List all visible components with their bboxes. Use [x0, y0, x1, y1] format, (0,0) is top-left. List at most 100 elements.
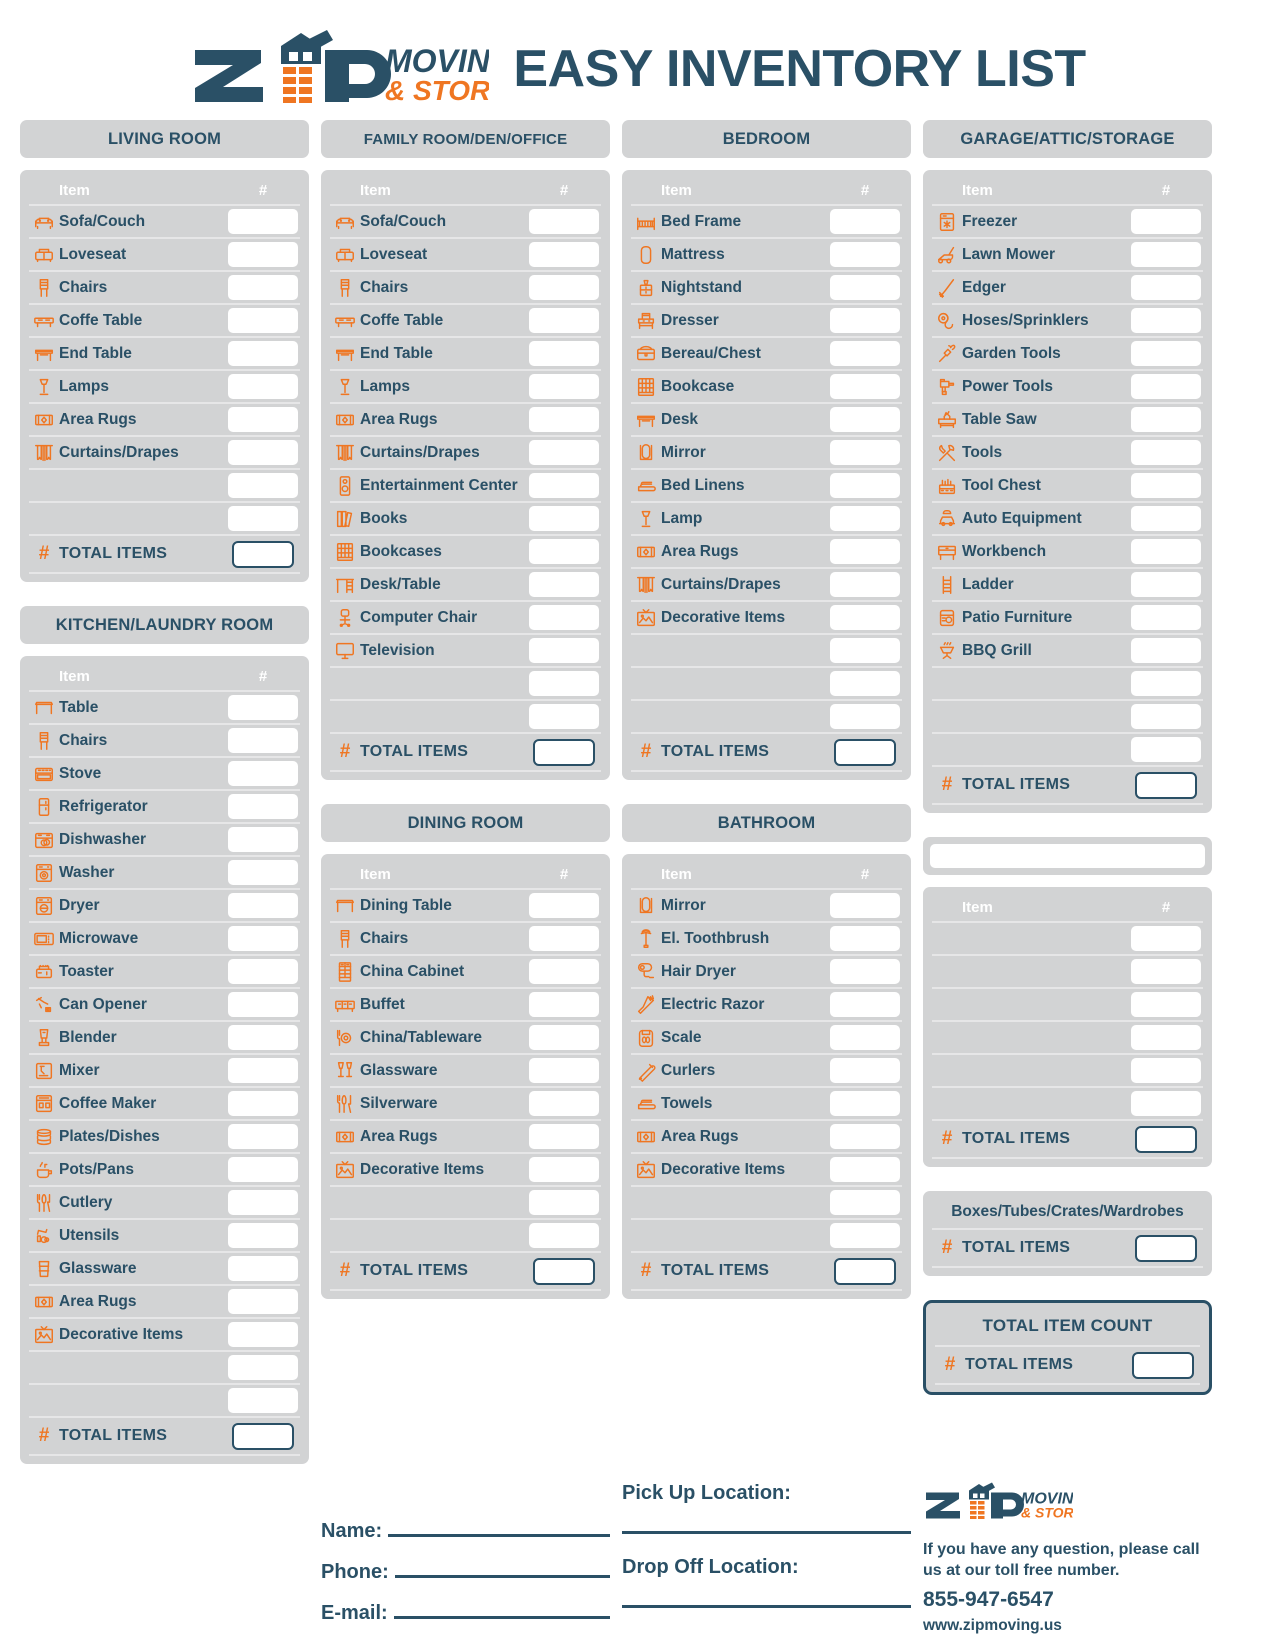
item-count-input[interactable] [830, 926, 900, 951]
item-count-input[interactable] [529, 1157, 599, 1182]
item-count-input[interactable] [529, 893, 599, 918]
item-count-input[interactable] [1131, 539, 1201, 564]
item-count-input[interactable] [830, 341, 900, 366]
item-count-input[interactable] [529, 992, 599, 1017]
item-count-input[interactable] [529, 605, 599, 630]
section-total-input[interactable] [232, 1422, 294, 1450]
item-count-input[interactable] [830, 638, 900, 663]
item-count-input[interactable] [1131, 374, 1201, 399]
item-count-input[interactable] [1131, 341, 1201, 366]
item-count-input[interactable] [830, 992, 900, 1017]
item-count-input[interactable] [1131, 605, 1201, 630]
item-count-input[interactable] [1131, 992, 1201, 1017]
contact-phone-number[interactable]: 855-947-6547 [923, 1586, 1212, 1614]
item-count-input[interactable] [830, 572, 900, 597]
item-count-input[interactable] [529, 1190, 599, 1215]
item-count-input[interactable] [228, 374, 298, 399]
item-count-input[interactable] [1131, 638, 1201, 663]
item-count-input[interactable] [228, 794, 298, 819]
item-count-input[interactable] [1131, 959, 1201, 984]
item-count-input[interactable] [228, 860, 298, 885]
item-count-input[interactable] [228, 992, 298, 1017]
section-total-input[interactable] [1135, 1125, 1197, 1153]
item-count-input[interactable] [1131, 704, 1201, 729]
item-count-input[interactable] [529, 1091, 599, 1116]
custom-section-name-input[interactable] [930, 844, 1205, 868]
item-count-input[interactable] [1131, 572, 1201, 597]
item-count-input[interactable] [830, 308, 900, 333]
item-count-input[interactable] [228, 827, 298, 852]
item-count-input[interactable] [228, 209, 298, 234]
pickup-input[interactable] [622, 1531, 911, 1534]
item-count-input[interactable] [529, 959, 599, 984]
item-count-input[interactable] [529, 209, 599, 234]
item-count-input[interactable] [1131, 506, 1201, 531]
item-count-input[interactable] [529, 275, 599, 300]
item-count-input[interactable] [830, 671, 900, 696]
item-count-input[interactable] [529, 242, 599, 267]
section-total-input[interactable] [533, 1257, 595, 1285]
phone-input[interactable] [394, 1575, 610, 1578]
grand-total-input[interactable] [1132, 1351, 1194, 1379]
item-count-input[interactable] [1131, 1025, 1201, 1050]
item-count-input[interactable] [228, 407, 298, 432]
item-count-input[interactable] [529, 1025, 599, 1050]
item-count-input[interactable] [830, 242, 900, 267]
item-count-input[interactable] [529, 638, 599, 663]
item-count-input[interactable] [529, 440, 599, 465]
item-count-input[interactable] [1131, 737, 1201, 762]
item-count-input[interactable] [529, 1058, 599, 1083]
item-count-input[interactable] [529, 926, 599, 951]
item-count-input[interactable] [830, 374, 900, 399]
item-count-input[interactable] [1131, 209, 1201, 234]
item-count-input[interactable] [228, 728, 298, 753]
contact-website[interactable]: www.zipmoving.us [923, 1616, 1212, 1637]
item-count-input[interactable] [830, 506, 900, 531]
item-count-input[interactable] [830, 407, 900, 432]
item-count-input[interactable] [529, 473, 599, 498]
item-count-input[interactable] [228, 1256, 298, 1281]
item-count-input[interactable] [830, 1124, 900, 1149]
item-count-input[interactable] [1131, 1058, 1201, 1083]
item-count-input[interactable] [830, 473, 900, 498]
item-count-input[interactable] [228, 959, 298, 984]
item-count-input[interactable] [830, 1091, 900, 1116]
item-count-input[interactable] [1131, 308, 1201, 333]
item-count-input[interactable] [1131, 242, 1201, 267]
item-count-input[interactable] [228, 473, 298, 498]
item-count-input[interactable] [830, 539, 900, 564]
dropoff-input[interactable] [622, 1605, 911, 1608]
section-total-input[interactable] [232, 540, 294, 568]
item-count-input[interactable] [228, 242, 298, 267]
item-count-input[interactable] [228, 1091, 298, 1116]
item-count-input[interactable] [830, 1190, 900, 1215]
item-count-input[interactable] [830, 1223, 900, 1248]
item-count-input[interactable] [529, 506, 599, 531]
section-total-input[interactable] [834, 738, 896, 766]
section-total-input[interactable] [533, 738, 595, 766]
item-count-input[interactable] [228, 1157, 298, 1182]
item-count-input[interactable] [228, 695, 298, 720]
item-count-input[interactable] [529, 539, 599, 564]
item-count-input[interactable] [228, 926, 298, 951]
item-count-input[interactable] [830, 704, 900, 729]
item-count-input[interactable] [228, 440, 298, 465]
item-count-input[interactable] [830, 1025, 900, 1050]
item-count-input[interactable] [529, 374, 599, 399]
item-count-input[interactable] [1131, 440, 1201, 465]
item-count-input[interactable] [830, 440, 900, 465]
item-count-input[interactable] [529, 308, 599, 333]
item-count-input[interactable] [228, 341, 298, 366]
item-count-input[interactable] [830, 605, 900, 630]
item-count-input[interactable] [228, 1322, 298, 1347]
item-count-input[interactable] [830, 1157, 900, 1182]
item-count-input[interactable] [228, 1058, 298, 1083]
item-count-input[interactable] [529, 671, 599, 696]
item-count-input[interactable] [1131, 1091, 1201, 1116]
item-count-input[interactable] [228, 308, 298, 333]
item-count-input[interactable] [529, 341, 599, 366]
item-count-input[interactable] [830, 209, 900, 234]
item-count-input[interactable] [228, 1289, 298, 1314]
item-count-input[interactable] [529, 704, 599, 729]
section-total-input[interactable] [1135, 771, 1197, 799]
